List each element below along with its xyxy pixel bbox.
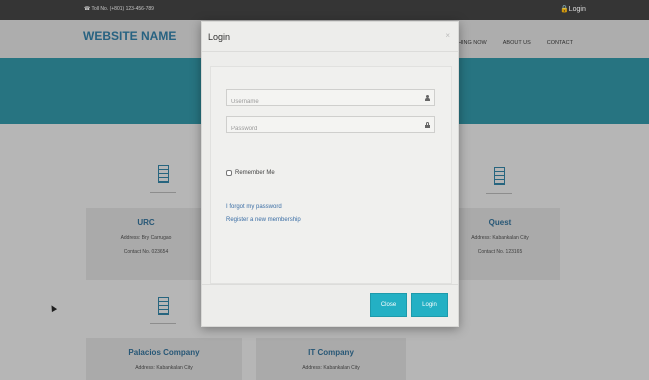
username-input[interactable] <box>227 94 434 110</box>
modal-header: Login × <box>202 22 458 52</box>
user-icon <box>425 95 430 101</box>
login-form: Remember Me I forgot my password Registe… <box>210 66 452 284</box>
login-button[interactable]: Login <box>411 293 448 317</box>
username-field[interactable] <box>226 89 435 110</box>
lock-icon <box>425 122 430 128</box>
close-icon[interactable]: × <box>445 31 450 40</box>
modal-footer: Close Login <box>202 284 458 328</box>
remember-me[interactable]: Remember Me <box>226 170 275 176</box>
forgot-password-link[interactable]: I forgot my password <box>226 204 282 210</box>
password-field[interactable] <box>226 116 435 137</box>
register-link[interactable]: Register a new membership <box>226 217 301 223</box>
remember-me-checkbox[interactable] <box>226 170 232 176</box>
modal-title: Login <box>208 32 231 42</box>
login-modal: Login × Remember Me I forgot my password… <box>201 21 459 327</box>
password-input[interactable] <box>227 121 434 137</box>
remember-me-label: Remember Me <box>235 170 275 176</box>
close-button[interactable]: Close <box>370 293 407 317</box>
